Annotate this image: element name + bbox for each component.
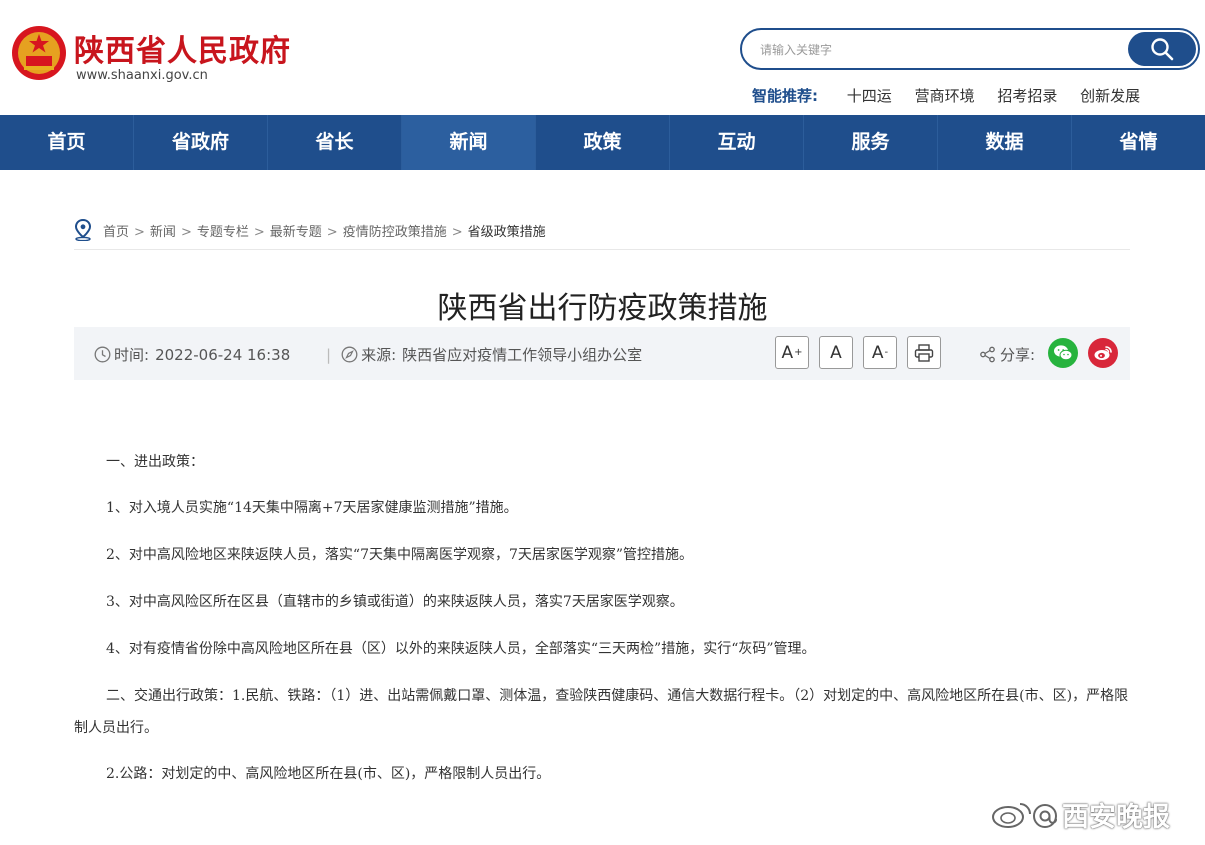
breadcrumb-separator: > (253, 225, 265, 240)
print-button[interactable] (907, 336, 941, 369)
breadcrumb-separator: > (134, 225, 145, 240)
breadcrumb-link[interactable]: 新闻 (150, 225, 176, 240)
source-value: 陕西省应对疫情工作领导小组办公室 (402, 346, 643, 364)
breadcrumb-separator: > (180, 225, 192, 240)
breadcrumb-current: 省级政策措施 (467, 225, 546, 240)
font-normal-label: A (830, 342, 842, 363)
article-paragraph: 1、对入境人员实施“14天集中隔离+7天居家健康监测措施”措施。 (106, 500, 518, 516)
recommend-link[interactable]: 十四运 (847, 87, 892, 105)
printer-icon (914, 343, 934, 362)
publish-time: 时间: 2022-06-24 16:38 (94, 344, 290, 365)
font-decrease-button[interactable]: A- (863, 336, 897, 369)
site-header: 陕西省人民政府 www.shaanxi.gov.cn 智能推荐: 十四运 营商环… (0, 0, 1205, 115)
font-normal-button[interactable]: A (819, 336, 853, 369)
article-paragraph: 二、交通出行政策：1.民航、铁路：（1）进、出站需佩戴口罩、测体温，查验陕西健康… (74, 688, 1129, 736)
location-pin-icon (74, 219, 92, 241)
article-paragraph: 2.公路：对划定的中、高风险地区所在县(市、区)，严格限制人员出行。 (106, 766, 551, 782)
time-value: 2022-06-24 16:38 (155, 345, 291, 364)
search-input[interactable] (758, 30, 1122, 70)
recommend-link[interactable]: 招考招录 (997, 87, 1057, 105)
clock-icon (94, 346, 111, 363)
compass-icon (341, 346, 358, 363)
breadcrumb-link[interactable]: 专题专栏 (197, 225, 249, 240)
source-label: 来源: (361, 346, 397, 364)
watermark-text: 西安晚报 (1062, 802, 1170, 833)
font-increase-label: A (781, 342, 794, 363)
main-nav: 首页 省政府 省长 新闻 政策 互动 服务 数据 省情 (0, 115, 1205, 170)
wechat-icon (1054, 345, 1073, 361)
article-paragraph: 4、对有疫情省份除中高风险地区所在县（区）以外的来陕返陕人员，全部落实“三天两检… (106, 641, 816, 657)
breadcrumb-link[interactable]: 首页 (103, 225, 129, 240)
nav-item-governor[interactable]: 省长 (268, 115, 402, 170)
recommend-link[interactable]: 创新发展 (1080, 87, 1140, 105)
time-label: 时间: (114, 346, 150, 364)
article-paragraph: 一、进出政策： (106, 454, 204, 470)
share-icon (980, 346, 995, 363)
site-title[interactable]: 陕西省人民政府 (74, 26, 291, 70)
breadcrumb-link[interactable]: 疫情防控政策措施 (343, 225, 447, 240)
site-url: www.shaanxi.gov.cn (76, 68, 208, 83)
article-paragraph: 3、对中高风险区所在区县（直辖市的乡镇或街道）的来陕返陕人员，落实7天居家医学观… (106, 594, 684, 610)
nav-item-policy[interactable]: 政策 (536, 115, 670, 170)
nav-item-service[interactable]: 服务 (804, 115, 938, 170)
smart-recommend: 智能推荐: 十四运 营商环境 招考招录 创新发展 (752, 85, 1158, 106)
article-meta-bar: 时间: 2022-06-24 16:38 | 来源: 陕西省应对疫情工作领导小组… (74, 327, 1130, 380)
weibo-logo-icon (992, 802, 1057, 828)
breadcrumb-separator: > (451, 225, 463, 240)
article-source: | 来源: 陕西省应对疫情工作领导小组办公室 (326, 345, 643, 365)
search-icon (1151, 38, 1174, 61)
breadcrumb-link[interactable]: 最新专题 (270, 225, 322, 240)
national-emblem-icon[interactable] (10, 24, 68, 82)
wechat-share-button[interactable] (1048, 338, 1078, 368)
share-label: 分享: (1000, 346, 1036, 364)
font-decrease-label: A (871, 342, 884, 363)
breadcrumb: 首页 > 新闻 > 专题专栏 > 最新专题 > 疫情防控政策措施 > 省级政策措施 (74, 217, 1130, 250)
breadcrumb-separator: > (326, 225, 338, 240)
search-button[interactable] (1128, 32, 1196, 66)
article-title: 陕西省出行防疫政策措施 (437, 291, 768, 326)
weibo-icon (1094, 346, 1112, 360)
nav-item-government[interactable]: 省政府 (134, 115, 268, 170)
nav-item-news[interactable]: 新闻 (402, 115, 536, 170)
nav-item-data[interactable]: 数据 (938, 115, 1072, 170)
recommend-label: 智能推荐: (752, 87, 818, 105)
article-paragraph: 2、对中高风险地区来陕返陕人员，落实“7天集中隔离医学观察，7天居家医学观察”管… (106, 547, 694, 563)
font-increase-button[interactable]: A + (775, 336, 809, 369)
nav-item-home[interactable]: 首页 (0, 115, 134, 170)
weibo-share-button[interactable] (1088, 338, 1118, 368)
search-box (740, 28, 1200, 70)
watermark: 西安晚报 (990, 795, 1170, 834)
share-section: 分享: (979, 344, 1035, 365)
recommend-link[interactable]: 营商环境 (915, 87, 975, 105)
nav-item-province-info[interactable]: 省情 (1072, 115, 1205, 170)
nav-item-interaction[interactable]: 互动 (670, 115, 804, 170)
